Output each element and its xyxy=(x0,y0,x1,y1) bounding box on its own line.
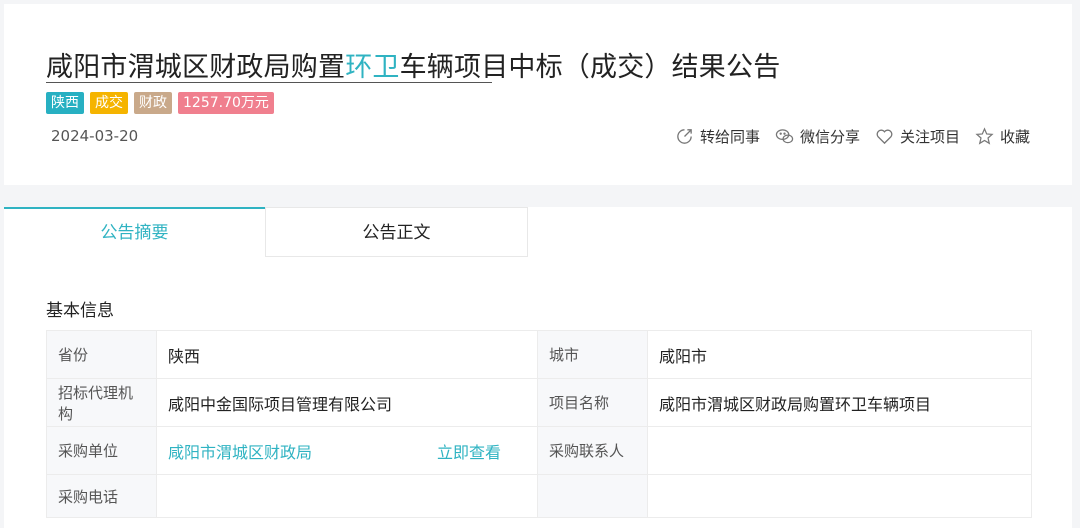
basic-info-table: 省份 陕西 城市 咸阳市 招标代理机构 咸阳中金国际项目管理有限公司 项目名称 … xyxy=(46,330,1032,518)
tag-amount: 1257.70万元 xyxy=(178,92,274,114)
tab-bar: 公告摘要 公告正文 xyxy=(4,207,528,257)
tag-status[interactable]: 成交 xyxy=(90,92,128,114)
empty-label-cell xyxy=(537,474,648,518)
city-value: 咸阳市 xyxy=(647,330,1032,379)
wechat-share-button[interactable]: 微信分享 xyxy=(775,126,860,147)
buyer-label: 采购单位 xyxy=(46,426,157,475)
phone-label: 采购电话 xyxy=(46,474,157,518)
tab-full-text[interactable]: 公告正文 xyxy=(265,207,528,257)
forward-to-colleague-button[interactable]: 转给同事 xyxy=(675,126,760,147)
title-underline xyxy=(46,82,492,83)
table-row: 采购单位 咸阳市渭城区财政局 立即查看 采购联系人 xyxy=(46,426,1032,475)
city-label: 城市 xyxy=(537,330,648,379)
tag-province[interactable]: 陕西 xyxy=(46,92,84,114)
table-row: 省份 陕西 城市 咸阳市 xyxy=(46,330,1032,379)
buyer-cell: 咸阳市渭城区财政局 立即查看 xyxy=(156,426,538,475)
project-name-label: 项目名称 xyxy=(537,378,648,427)
star-icon xyxy=(975,127,994,145)
title-text-rest: 车辆项目中标（成交）结果公告 xyxy=(399,52,781,83)
project-name-value: 咸阳市渭城区财政局购置环卫车辆项目 xyxy=(647,378,1032,427)
action-bar: 转给同事 微信分享 关注项目 收藏 xyxy=(675,126,1030,147)
share-forward-icon xyxy=(677,129,692,144)
follow-label: 关注项目 xyxy=(899,128,960,146)
buyer-link[interactable]: 咸阳市渭城区财政局 xyxy=(168,439,312,463)
announcement-header: 咸阳市渭城区财政局购置环卫车辆项目中标（成交）结果公告 陕西 成交 财政 125… xyxy=(4,4,1072,185)
province-label: 省份 xyxy=(46,330,157,379)
heart-icon xyxy=(876,129,893,145)
favorite-label: 收藏 xyxy=(999,128,1030,146)
wechat-label: 微信分享 xyxy=(799,128,860,146)
empty-value-cell xyxy=(647,474,1032,518)
title-highlight: 环卫 xyxy=(345,52,400,83)
forward-label: 转给同事 xyxy=(699,128,760,146)
title-text: 咸阳市渭城区财政局购置 xyxy=(46,52,346,83)
table-row: 招标代理机构 咸阳中金国际项目管理有限公司 项目名称 咸阳市渭城区财政局购置环卫… xyxy=(46,378,1032,427)
table-row: 采购电话 xyxy=(46,474,1032,518)
contact-label: 采购联系人 xyxy=(537,426,648,475)
follow-project-button[interactable]: 关注项目 xyxy=(875,126,960,147)
content-panel: 公告摘要 公告正文 基本信息 省份 陕西 城市 咸阳市 招标代理机构 咸阳中金国… xyxy=(4,207,1072,528)
phone-value xyxy=(156,474,538,518)
agency-label: 招标代理机构 xyxy=(46,378,157,427)
favorite-button[interactable]: 收藏 xyxy=(975,126,1030,147)
section-title: 基本信息 xyxy=(46,301,114,321)
wechat-icon xyxy=(775,129,794,144)
view-now-link[interactable]: 立即查看 xyxy=(437,439,501,463)
tab-summary[interactable]: 公告摘要 xyxy=(4,207,265,257)
tag-category[interactable]: 财政 xyxy=(134,92,172,114)
contact-value xyxy=(647,426,1032,475)
tag-list: 陕西 成交 财政 1257.70万元 xyxy=(46,92,274,114)
province-value: 陕西 xyxy=(156,330,538,379)
agency-value: 咸阳中金国际项目管理有限公司 xyxy=(156,378,538,427)
publish-date: 2024-03-20 xyxy=(51,127,139,145)
